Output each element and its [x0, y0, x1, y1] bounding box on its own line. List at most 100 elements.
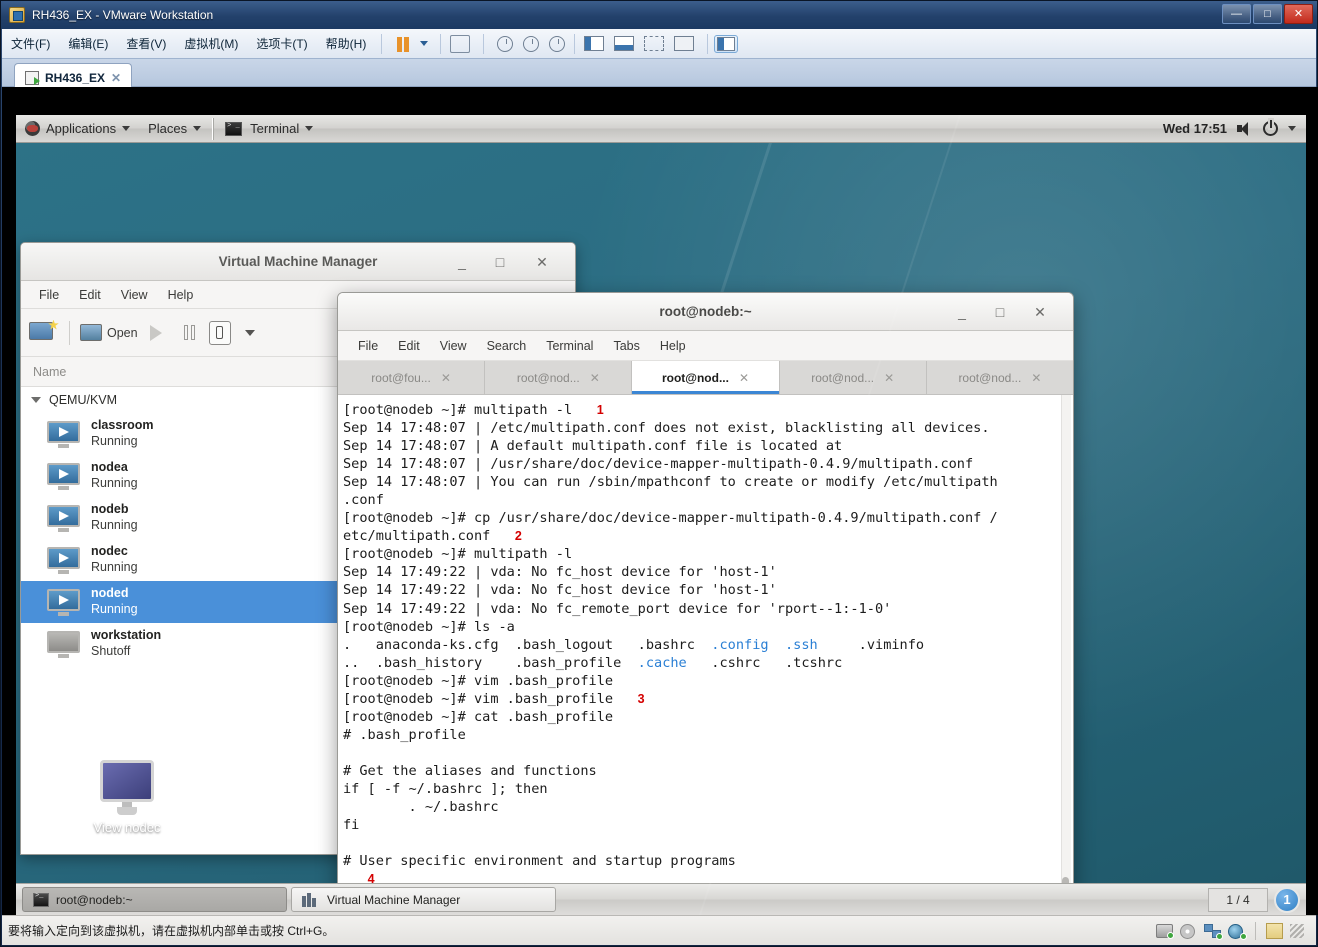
power-icon[interactable] [1263, 121, 1278, 136]
vm-running-icon [47, 589, 80, 615]
menu-vm[interactable]: 虚拟机(M) [175, 32, 247, 55]
sound-icon[interactable] [1228, 924, 1245, 938]
pause-vm-icon[interactable] [391, 33, 415, 55]
workspace-switcher[interactable]: 1 / 4 [1208, 888, 1268, 912]
terminal-tab-2[interactable]: root@nod... ✕ [485, 361, 632, 394]
terminal-menu-help[interactable]: Help [650, 339, 696, 353]
toolbar-divider-5 [707, 34, 708, 54]
vm-running-icon [47, 463, 80, 489]
vmware-window-controls: — □ ✕ [1222, 4, 1313, 24]
menu-view[interactable]: 查看(V) [117, 32, 175, 55]
terminal-tab-close-icon[interactable]: ✕ [1031, 371, 1041, 385]
vmware-titlebar: RH436_EX - VMware Workstation — □ ✕ [1, 1, 1317, 29]
taskbar-button-terminal[interactable]: root@nodeb:~ [22, 887, 287, 912]
terminal-window[interactable]: root@nodeb:~ _ □ ✕ File Edit View Search… [337, 292, 1074, 915]
show-sidebar-icon[interactable] [584, 33, 608, 55]
vm-state: Shutoff [91, 644, 161, 660]
column-header-name: Name [33, 365, 66, 379]
menu-file[interactable]: 文件(F) [2, 32, 59, 55]
terminal-tab-3-active[interactable]: root@nod... ✕ [632, 361, 779, 394]
unity-mode-icon[interactable] [674, 33, 698, 55]
menu-edit[interactable]: 编辑(E) [59, 32, 117, 55]
take-snapshot-icon[interactable] [493, 35, 513, 53]
terminal-tab-4[interactable]: root@nod... ✕ [780, 361, 927, 394]
window-menu-terminal[interactable]: Terminal [216, 115, 322, 142]
terminal-minimize-button[interactable]: _ [945, 293, 979, 331]
workspace-badge[interactable]: 1 [1274, 887, 1300, 913]
open-vm-button[interactable]: Open [80, 324, 138, 341]
chevron-down-icon[interactable] [31, 397, 41, 403]
vmware-tab-close-icon[interactable]: ✕ [111, 71, 121, 85]
vmm-minimize-button[interactable]: _ [445, 243, 479, 281]
harddisk-icon[interactable] [1156, 924, 1173, 938]
terminal-menu-terminal[interactable]: Terminal [536, 339, 603, 353]
show-console-icon[interactable] [614, 33, 638, 55]
monitor-base [117, 807, 137, 815]
gnome-bottom-panel: root@nodeb:~ Virtual Machine Manager 1 /… [16, 883, 1306, 915]
vmm-menu-help[interactable]: Help [158, 288, 204, 302]
revert-snapshot-icon[interactable] [519, 35, 539, 53]
vmm-maximize-button[interactable]: □ [483, 243, 517, 281]
snapshot-manager-icon[interactable] [545, 35, 565, 53]
vmm-menu-edit[interactable]: Edit [69, 288, 111, 302]
vm-running-icon [47, 421, 80, 447]
vm-running-icon [25, 71, 39, 85]
shutdown-dropdown-icon[interactable] [245, 330, 255, 336]
pause-vm-icon[interactable] [184, 325, 195, 340]
pause-dropdown-icon[interactable] [420, 41, 428, 46]
terminal-tab-close-icon[interactable]: ✕ [739, 371, 749, 385]
active-window-label: Terminal [250, 121, 299, 136]
vm-state: Running [91, 434, 154, 450]
monitor-icon [80, 324, 102, 341]
terminal-output-area[interactable]: [root@nodeb ~]# multipath -l 1 Sep 14 17… [338, 395, 1073, 915]
fullscreen-icon[interactable] [644, 33, 668, 55]
volume-muted-icon[interactable] [1237, 122, 1253, 136]
desktop-icon-view-nodec[interactable]: View nodec [84, 760, 170, 835]
message-log-icon[interactable] [1266, 923, 1283, 939]
network-icon[interactable] [1204, 924, 1221, 938]
open-label: Open [107, 326, 138, 340]
terminal-maximize-button[interactable]: □ [983, 293, 1017, 331]
terminal-close-button[interactable]: ✕ [1023, 293, 1057, 331]
terminal-menu-file[interactable]: File [348, 339, 388, 353]
terminal-menu-view[interactable]: View [430, 339, 477, 353]
applications-menu[interactable]: Applications [16, 115, 139, 142]
terminal-tab-1[interactable]: root@fou... ✕ [338, 361, 485, 394]
vmm-menu-view[interactable]: View [111, 288, 158, 302]
manage-snapshots-icon[interactable] [450, 33, 474, 55]
terminal-tab-label: root@nod... [662, 371, 729, 385]
create-new-vm-icon[interactable] [29, 320, 59, 346]
vm-name: nodeb [91, 502, 138, 518]
terminal-icon [225, 122, 242, 136]
toolbar-divider-1 [381, 34, 382, 54]
terminal-menubar: File Edit View Search Terminal Tabs Help [338, 331, 1073, 361]
vmware-app-icon [9, 7, 25, 23]
vm-running-icon [47, 547, 80, 573]
terminal-menu-search[interactable]: Search [477, 339, 537, 353]
taskbar-button-vmm[interactable]: Virtual Machine Manager [291, 887, 556, 912]
clock[interactable]: Wed 17:51 [1163, 121, 1227, 136]
terminal-menu-edit[interactable]: Edit [388, 339, 430, 353]
vmware-workstation-window: RH436_EX - VMware Workstation — □ ✕ 文件(F… [0, 0, 1318, 947]
menu-tabs[interactable]: 选项卡(T) [247, 32, 316, 55]
shutdown-vm-icon[interactable] [209, 321, 231, 345]
vmm-close-button[interactable]: ✕ [525, 243, 559, 281]
terminal-tab-5[interactable]: root@nod... ✕ [927, 361, 1073, 394]
thumbnail-view-icon[interactable] [714, 35, 738, 53]
terminal-tab-close-icon[interactable]: ✕ [884, 371, 894, 385]
resize-grip[interactable] [1290, 924, 1304, 938]
places-menu[interactable]: Places [139, 115, 210, 142]
gnome-desktop[interactable]: Applications Places Terminal Wed 17:51 [16, 115, 1306, 915]
terminal-tab-close-icon[interactable]: ✕ [590, 371, 600, 385]
terminal-menu-tabs[interactable]: Tabs [603, 339, 649, 353]
vmware-close-button[interactable]: ✕ [1284, 4, 1313, 24]
terminal-scrollbar[interactable] [1061, 395, 1071, 915]
cdrom-icon[interactable] [1180, 924, 1197, 938]
panel-divider [212, 118, 214, 140]
chevron-down-icon[interactable] [1288, 126, 1296, 131]
vmware-minimize-button[interactable]: — [1222, 4, 1251, 24]
menu-help[interactable]: 帮助(H) [317, 32, 376, 55]
vmm-menu-file[interactable]: File [29, 288, 69, 302]
terminal-tab-close-icon[interactable]: ✕ [441, 371, 451, 385]
vmware-maximize-button[interactable]: □ [1253, 4, 1282, 24]
